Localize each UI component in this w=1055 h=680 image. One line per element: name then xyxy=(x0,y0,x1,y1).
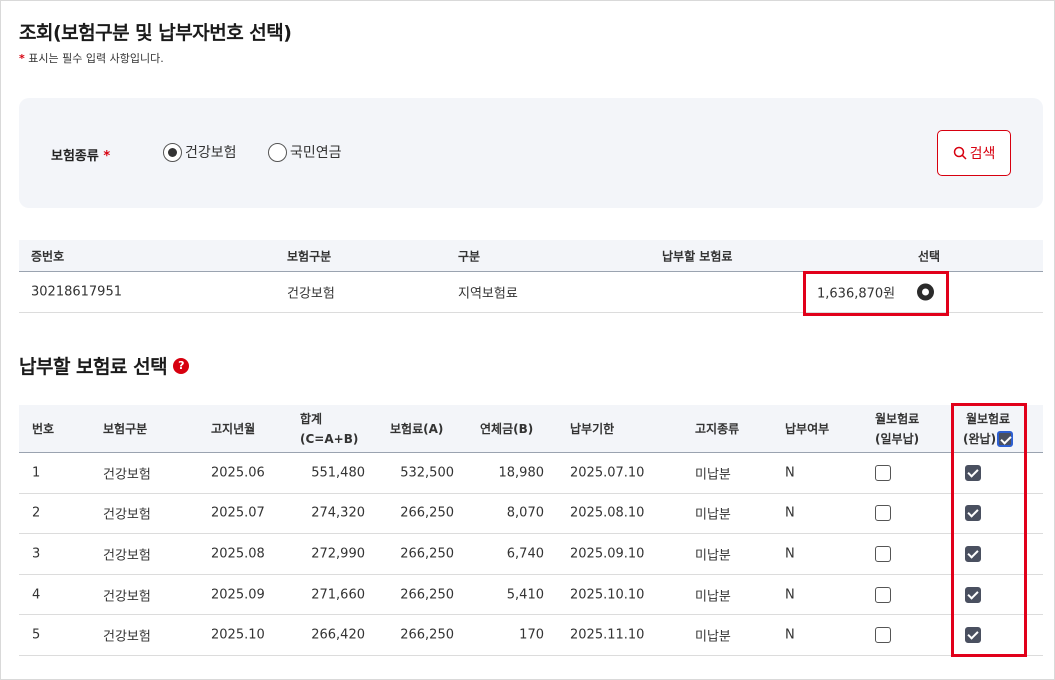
cell-no: 2 xyxy=(32,505,41,521)
cell-due-date: 2025.10.10 xyxy=(570,587,645,603)
header-due-date: 납부기한 xyxy=(570,421,615,436)
search-panel: 보험종류 * 건강보험 국민연금 검색 xyxy=(19,98,1043,208)
radio-health-insurance[interactable]: 건강보험 xyxy=(163,142,237,162)
header-category: 구분 xyxy=(458,249,481,263)
page-title: 조회(보험구분 및 납부자번호 선택) xyxy=(19,22,292,44)
header-type: 보험구분 xyxy=(103,421,148,436)
cell-total: 266,420 xyxy=(311,627,365,643)
cell-total: 271,660 xyxy=(311,587,365,603)
cell-no: 1 xyxy=(32,465,41,481)
required-note-text: 표시는 필수 입력 사항입니다. xyxy=(28,52,164,65)
cell-insurance-type: 건강보험 xyxy=(287,286,335,302)
highlight-box-full-payment xyxy=(951,403,1027,657)
partial-payment-checkbox[interactable] xyxy=(875,545,891,562)
cell-id: 30218617951 xyxy=(31,284,122,300)
insurance-type-label: 보험종류 * xyxy=(51,149,111,164)
header-total: 합계 (C=A+B) xyxy=(300,411,359,446)
search-button-label: 검색 xyxy=(969,146,996,162)
header-paid: 납부여부 xyxy=(785,421,830,436)
premium-table-body: 1 건강보험 2025.06 551,480 532,500 18,980 2025.07.… xyxy=(19,453,1043,656)
radio-label: 건강보험 xyxy=(185,145,237,161)
premium-table-header: 번호 보험구분 고지년월 합계 (C=A+B) 보험료(A) 연체금(B) 납부기… xyxy=(19,405,1043,453)
radio-label: 국민연금 xyxy=(290,145,342,161)
radio-circle-checked[interactable] xyxy=(163,142,182,162)
header-select: 선택 xyxy=(918,249,941,263)
header-no: 번호 xyxy=(32,421,55,436)
cell-no: 3 xyxy=(32,546,41,562)
cell-notice-type: 미납분 xyxy=(695,629,731,645)
cell-type: 건강보험 xyxy=(103,467,151,483)
cell-premium: 532,500 xyxy=(400,465,454,481)
partial-payment-checkbox[interactable] xyxy=(875,586,891,603)
cell-paid: N xyxy=(785,505,795,521)
required-note: * 표시는 필수 입력 사항입니다. xyxy=(19,50,164,66)
cell-premium: 266,250 xyxy=(400,627,454,643)
header-partial: 월보험료 (일부납) xyxy=(875,411,920,446)
cell-month: 2025.10 xyxy=(211,627,265,643)
cell-total: 272,990 xyxy=(311,546,365,562)
section-title-text: 납부할 보험료 선택 xyxy=(19,356,168,378)
header-month: 고지년월 xyxy=(211,421,256,436)
required-star: * xyxy=(19,52,25,65)
cell-type: 건강보험 xyxy=(103,548,151,564)
cell-late-fee: 6,740 xyxy=(506,546,544,562)
header-notice-type: 고지종류 xyxy=(695,421,740,436)
header-premium: 보험료(A) xyxy=(390,421,444,436)
cell-due-date: 2025.11.10 xyxy=(570,627,645,643)
header-late-fee: 연체금(B) xyxy=(480,421,534,436)
cell-no: 4 xyxy=(32,587,41,603)
cell-notice-type: 미납분 xyxy=(695,467,731,483)
cell-notice-type: 미납분 xyxy=(695,507,731,523)
cell-month: 2025.07 xyxy=(211,505,265,521)
cell-paid: N xyxy=(785,627,795,643)
cell-type: 건강보험 xyxy=(103,507,151,523)
highlight-box-selection xyxy=(803,271,949,316)
table-row: 3 건강보험 2025.08 272,990 266,250 6,740 2025.09.1… xyxy=(19,534,1043,575)
header-insurance-type: 보험구분 xyxy=(287,249,332,263)
cell-late-fee: 5,410 xyxy=(506,587,544,603)
search-button[interactable]: 검색 xyxy=(937,130,1011,176)
partial-payment-checkbox[interactable] xyxy=(875,627,891,644)
cell-total: 551,480 xyxy=(311,465,365,481)
cell-paid: N xyxy=(785,465,795,481)
cell-paid: N xyxy=(785,587,795,603)
cell-premium: 266,250 xyxy=(400,587,454,603)
cell-month: 2025.09 xyxy=(211,587,265,603)
header-id: 증번호 xyxy=(31,249,65,263)
search-icon xyxy=(953,146,967,160)
cell-premium: 266,250 xyxy=(400,505,454,521)
payer-table-header: 증번호 보험구분 구분 납부할 보험료 선택 xyxy=(19,240,1043,272)
cell-late-fee: 8,070 xyxy=(506,505,544,521)
cell-total: 274,320 xyxy=(311,505,365,521)
table-row: 4 건강보험 2025.09 271,660 266,250 5,410 2025.10.1… xyxy=(19,575,1043,616)
partial-payment-checkbox[interactable] xyxy=(875,505,891,522)
question-icon[interactable]: ? xyxy=(173,357,190,374)
cell-late-fee: 18,980 xyxy=(498,465,545,481)
cell-month: 2025.08 xyxy=(211,546,265,562)
cell-type: 건강보험 xyxy=(103,589,151,605)
table-row: 1 건강보험 2025.06 551,480 532,500 18,980 2025.07.… xyxy=(19,453,1043,494)
partial-payment-checkbox[interactable] xyxy=(875,464,891,481)
premium-table: 번호 보험구분 고지년월 합계 (C=A+B) 보험료(A) 연체금(B) 납부기… xyxy=(19,405,1043,656)
cell-no: 5 xyxy=(32,627,41,643)
cell-paid: N xyxy=(785,546,795,562)
table-row: 2 건강보험 2025.07 274,320 266,250 8,070 2025.08.1… xyxy=(19,494,1043,535)
radio-national-pension[interactable]: 국민연금 xyxy=(268,142,342,162)
cell-notice-type: 미납분 xyxy=(695,548,731,564)
cell-notice-type: 미납분 xyxy=(695,589,731,605)
cell-type: 건강보험 xyxy=(103,629,151,645)
cell-premium: 266,250 xyxy=(400,546,454,562)
cell-due-date: 2025.08.10 xyxy=(570,505,645,521)
section-title: 납부할 보험료 선택 ? xyxy=(19,352,190,379)
cell-category: 지역보험료 xyxy=(458,286,518,302)
radio-circle[interactable] xyxy=(268,142,287,162)
cell-late-fee: 170 xyxy=(519,627,544,643)
header-amount: 납부할 보험료 xyxy=(662,249,733,263)
cell-due-date: 2025.07.10 xyxy=(570,465,645,481)
cell-month: 2025.06 xyxy=(211,465,265,481)
table-row: 5 건강보험 2025.10 266,420 266,250 170 2025.11.10 미… xyxy=(19,615,1043,656)
cell-due-date: 2025.09.10 xyxy=(570,546,645,562)
